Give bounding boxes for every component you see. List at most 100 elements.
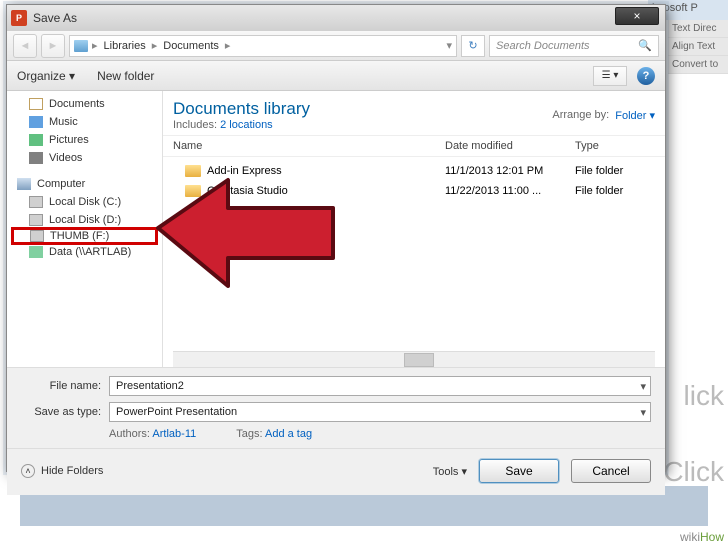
organize-menu[interactable]: Organize ▾	[17, 69, 75, 83]
tree-label: Data (\\ARTLAB)	[49, 246, 131, 258]
bg-placeholder-text: lick	[684, 380, 724, 412]
file-name-input[interactable]: Presentation2▾	[109, 376, 651, 396]
view-options-button[interactable]: ☰ ▾	[593, 66, 627, 86]
file-date: 11/22/2013 11:00 ...	[445, 185, 575, 197]
file-type: File folder	[575, 165, 655, 177]
file-type: File folder	[575, 185, 655, 197]
search-input[interactable]: Search Documents 🔍	[489, 35, 659, 57]
powerpoint-icon: P	[11, 10, 27, 26]
bg-side-item: Convert to	[668, 56, 728, 74]
arrange-label: Arrange by:	[552, 109, 609, 121]
file-list-pane: Documents library Includes: 2 locations …	[163, 91, 665, 367]
refresh-button[interactable]: ↻	[461, 35, 485, 57]
dialog-title: Save As	[33, 11, 77, 25]
save-as-type-dropdown[interactable]: PowerPoint Presentation▾	[109, 402, 651, 422]
computer-icon	[17, 178, 31, 190]
col-type[interactable]: Type	[575, 140, 655, 152]
tree-label: Local Disk (D:)	[49, 214, 121, 226]
file-name: Camtasia Studio	[207, 185, 288, 197]
tree-label: Documents	[49, 98, 105, 110]
breadcrumb[interactable]: ▸ Libraries ▸ Documents ▸ ▾	[69, 35, 457, 57]
tags-value[interactable]: Add a tag	[265, 428, 312, 440]
col-date[interactable]: Date modified	[445, 140, 575, 152]
arrange-by-dropdown[interactable]: Folder ▾	[615, 109, 655, 122]
file-name: Add-in Express	[207, 165, 282, 177]
tags-label: Tags:	[236, 428, 262, 440]
music-icon	[29, 116, 43, 128]
chevron-up-icon: ˄	[21, 464, 35, 478]
folder-icon	[185, 185, 201, 197]
tree-item-drive-c[interactable]: Local Disk (C:)	[7, 193, 162, 211]
network-drive-icon	[29, 246, 43, 258]
bg-side-panel: Text Direc Align Text Convert to	[668, 20, 728, 74]
search-icon: 🔍	[638, 39, 652, 52]
help-button[interactable]: ?	[637, 67, 655, 85]
chevron-right-icon: ▸	[92, 39, 98, 52]
titlebar: P Save As ×	[7, 5, 665, 31]
file-row[interactable]: Camtasia Studio 11/22/2013 11:00 ... Fil…	[163, 181, 665, 201]
dialog-footer: ˄ Hide Folders Tools ▾ Save Cancel	[7, 448, 665, 495]
scrollbar-thumb[interactable]	[404, 353, 434, 367]
breadcrumb-segment[interactable]: Documents	[161, 40, 221, 52]
drive-icon	[29, 196, 43, 208]
library-subtitle: Includes: 2 locations	[173, 119, 552, 131]
locations-link[interactable]: 2 locations	[220, 119, 273, 131]
close-icon: ×	[633, 9, 640, 23]
save-as-dialog: P Save As × ◄ ► ▸ Libraries ▸ Documents …	[6, 4, 666, 472]
authors-value[interactable]: Artlab-11	[152, 428, 196, 440]
cancel-button[interactable]: Cancel	[571, 459, 651, 483]
tree-item-documents[interactable]: Documents	[7, 95, 162, 113]
bg-side-item: Align Text	[668, 38, 728, 56]
tools-menu[interactable]: Tools ▾	[433, 465, 467, 478]
tree-label: Videos	[49, 152, 82, 164]
authors-label: Authors:	[109, 428, 150, 440]
tree-label: Pictures	[49, 134, 89, 146]
document-icon	[29, 98, 43, 110]
file-list: Add-in Express 11/1/2013 12:01 PM File f…	[163, 157, 665, 205]
arrange-by: Arrange by: Folder ▾	[552, 99, 655, 131]
tree-label: Local Disk (C:)	[49, 196, 121, 208]
tree-label: Computer	[37, 178, 85, 190]
tree-item-music[interactable]: Music	[7, 113, 162, 131]
toolbar: Organize ▾ New folder ☰ ▾ ?	[7, 61, 665, 91]
wikihow-watermark: wikiHow	[680, 530, 724, 544]
file-name-label: File name:	[21, 380, 101, 392]
breadcrumb-segment[interactable]: Libraries	[102, 40, 148, 52]
hide-folders-button[interactable]: ˄ Hide Folders	[21, 464, 103, 478]
navigation-tree: Documents Music Pictures Videos Computer…	[7, 91, 163, 367]
help-icon: ?	[643, 70, 650, 82]
tree-item-videos[interactable]: Videos	[7, 149, 162, 167]
tree-label: Music	[49, 116, 78, 128]
drive-icon	[30, 230, 44, 242]
back-button[interactable]: ◄	[13, 34, 37, 58]
tree-item-network-data[interactable]: Data (\\ARTLAB)	[7, 243, 162, 261]
search-placeholder: Search Documents	[496, 40, 590, 52]
save-button[interactable]: Save	[479, 459, 559, 483]
chevron-right-icon: ▸	[152, 39, 158, 52]
col-name[interactable]: Name	[173, 140, 445, 152]
chevron-down-icon[interactable]: ▾	[640, 406, 646, 419]
library-icon	[74, 40, 88, 52]
tree-item-computer[interactable]: Computer	[7, 175, 162, 193]
tree-item-pictures[interactable]: Pictures	[7, 131, 162, 149]
column-headers: Name Date modified Type	[163, 135, 665, 157]
tree-label: THUMB (F:)	[50, 230, 109, 242]
videos-icon	[29, 152, 43, 164]
file-row[interactable]: Add-in Express 11/1/2013 12:01 PM File f…	[163, 161, 665, 181]
chevron-down-icon[interactable]: ▾	[446, 39, 452, 52]
save-as-type-label: Save as type:	[21, 406, 101, 418]
close-button[interactable]: ×	[615, 7, 659, 25]
bg-placeholder-text: Click	[663, 456, 724, 488]
chevron-right-icon: ▸	[225, 39, 231, 52]
file-date: 11/1/2013 12:01 PM	[445, 165, 575, 177]
chevron-down-icon[interactable]: ▾	[640, 380, 646, 393]
navigation-bar: ◄ ► ▸ Libraries ▸ Documents ▸ ▾ ↻ Search…	[7, 31, 665, 61]
folder-icon	[185, 165, 201, 177]
forward-button[interactable]: ►	[41, 34, 65, 58]
library-title: Documents library	[173, 99, 552, 119]
horizontal-scrollbar[interactable]	[173, 351, 655, 367]
pictures-icon	[29, 134, 43, 146]
bg-side-item: Text Direc	[668, 20, 728, 38]
new-folder-button[interactable]: New folder	[97, 69, 154, 83]
drive-icon	[29, 214, 43, 226]
